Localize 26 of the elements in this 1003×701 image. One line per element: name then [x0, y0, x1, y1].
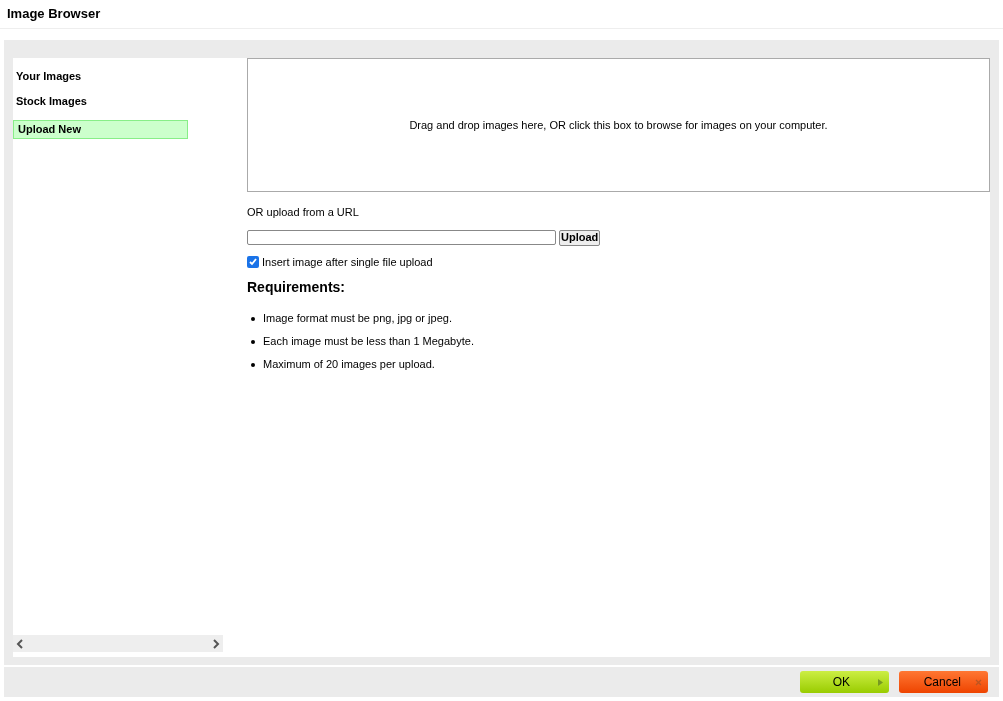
drop-zone[interactable]: Drag and drop images here, OR click this box to browse for images on your computer.: [247, 58, 990, 192]
checkbox[interactable]: [247, 255, 259, 268]
bullet-icon: [251, 339, 255, 344]
check-icon: [248, 256, 258, 267]
play-icon: [878, 678, 883, 686]
sidebar-item[interactable]: Stock Images: [13, 89, 247, 114]
bullet-icon: [251, 316, 255, 321]
cancel-button[interactable]: Cancel: [899, 671, 988, 693]
url-upload-label: OR upload from a URL: [247, 205, 360, 220]
sidebar-item[interactable]: Upload New: [13, 120, 188, 139]
close-icon: [975, 678, 982, 686]
sidebar-item[interactable]: Your Images: [13, 64, 247, 89]
checkbox-label: Insert image after single file upload: [262, 254, 433, 270]
requirement-text: Maximum of 20 images per upload.: [263, 357, 435, 373]
url-input-field[interactable]: [247, 230, 556, 245]
horizontal-scrollbar[interactable]: [13, 635, 223, 652]
ok-button[interactable]: OK: [800, 671, 889, 693]
requirements-heading: Requirements:: [247, 278, 347, 297]
scroll-right-icon[interactable]: [212, 638, 220, 649]
drop-zone-text: Drag and drop images here, OR click this box to browse for images on your computer.: [409, 117, 828, 133]
requirement-text: Image format must be png, jpg or jpeg.: [263, 311, 452, 327]
upload-button[interactable]: Upload: [559, 229, 601, 246]
bullet-icon: [251, 362, 255, 367]
window-title: Image Browser: [7, 5, 101, 24]
scroll-left-icon[interactable]: [16, 638, 24, 649]
requirement-text: Each image must be less than 1 Megabyte.: [263, 334, 474, 350]
